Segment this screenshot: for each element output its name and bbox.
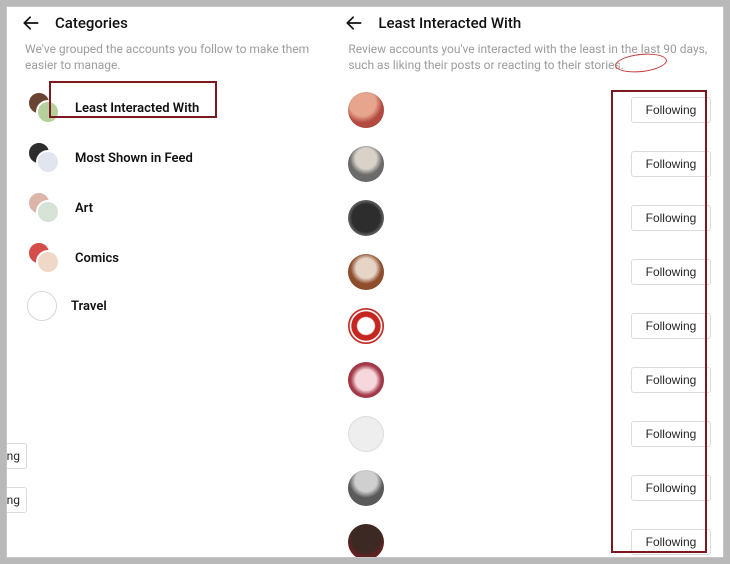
category-item-most-shown[interactable]: Most Shown in Feed [21, 133, 328, 183]
avatar[interactable] [348, 200, 384, 236]
categories-header: Categories [13, 7, 336, 37]
back-arrow-icon[interactable] [344, 13, 364, 33]
least-interacted-header: Least Interacted With [336, 7, 723, 37]
following-button[interactable]: Following [631, 313, 711, 339]
avatar[interactable] [348, 254, 384, 290]
account-row: Following [348, 353, 711, 407]
avatar[interactable] [348, 146, 384, 182]
category-label: Travel [71, 299, 107, 314]
avatar[interactable] [348, 470, 384, 506]
avatar[interactable] [348, 416, 384, 452]
following-button[interactable]: Following [631, 205, 711, 231]
following-button[interactable]: Following [631, 367, 711, 393]
category-item-art[interactable]: Art [21, 183, 328, 233]
following-button[interactable]: Following [631, 475, 711, 501]
following-button[interactable]: Following [631, 259, 711, 285]
least-interacted-title: Least Interacted With [378, 14, 521, 32]
category-label: Most Shown in Feed [75, 151, 193, 166]
stacked-avatars-icon [27, 141, 61, 175]
account-row: Following [348, 245, 711, 299]
following-button[interactable]: Following [631, 97, 711, 123]
avatar[interactable] [348, 92, 384, 128]
following-button[interactable]: Following [631, 529, 711, 555]
cropped-following-buttons: ng ng [7, 443, 27, 513]
following-button[interactable]: Following [631, 151, 711, 177]
account-row: Following [348, 461, 711, 515]
least-interacted-panel: Least Interacted With Review accounts yo… [336, 7, 723, 557]
stacked-avatars-icon [27, 91, 61, 125]
categories-subtext: We've grouped the accounts you follow to… [13, 37, 336, 83]
categories-panel: Categories We've grouped the accounts yo… [7, 7, 336, 557]
account-row: Following [348, 83, 711, 137]
account-row: Following [348, 299, 711, 353]
avatar[interactable] [348, 524, 384, 557]
account-row: Following [348, 191, 711, 245]
categories-title: Categories [55, 14, 128, 32]
category-label: Comics [75, 251, 119, 266]
category-item-comics[interactable]: Comics [21, 233, 328, 283]
accounts-list: Following Following Following Following … [336, 83, 723, 557]
least-interacted-subtext: Review accounts you've interacted with t… [336, 37, 723, 83]
account-row: Following [348, 407, 711, 461]
following-button[interactable]: Following [631, 421, 711, 447]
category-item-least-interacted[interactable]: Least Interacted With [21, 83, 328, 133]
category-item-travel[interactable]: Travel [21, 283, 328, 329]
avatar[interactable] [348, 308, 384, 344]
stacked-avatars-icon [27, 191, 61, 225]
account-row: Following [348, 137, 711, 191]
account-row: Following [348, 515, 711, 557]
back-arrow-icon[interactable] [21, 13, 41, 33]
stacked-avatars-icon [27, 241, 61, 275]
category-label: Art [75, 201, 93, 216]
empty-avatar-icon [27, 291, 57, 321]
avatar[interactable] [348, 362, 384, 398]
category-label: Least Interacted With [75, 101, 199, 116]
